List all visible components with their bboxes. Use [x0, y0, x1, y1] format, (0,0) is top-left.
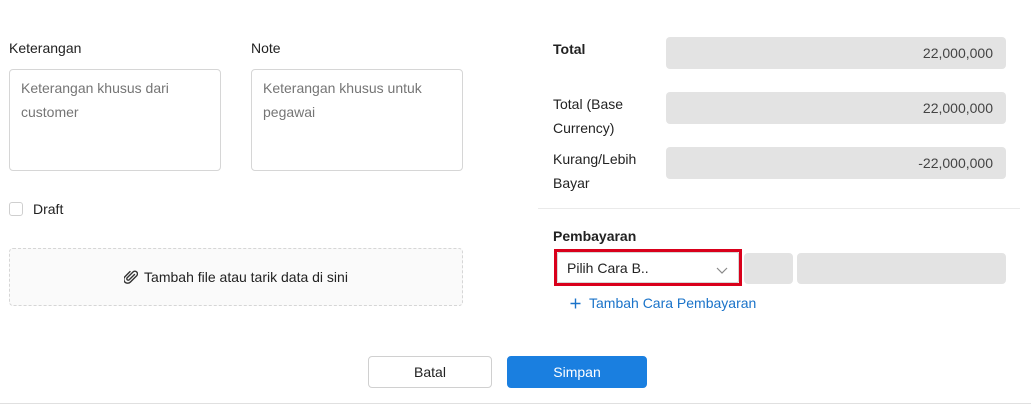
footer-divider — [0, 403, 1031, 404]
draft-label[interactable]: Draft — [33, 201, 63, 217]
balance-value: -22,000,000 — [666, 147, 1006, 179]
file-dropzone[interactable]: Tambah file atau tarik data di sini — [9, 248, 463, 306]
payment-amount-field[interactable] — [744, 253, 793, 284]
note-field[interactable] — [251, 69, 463, 171]
save-button[interactable]: Simpan — [507, 356, 647, 388]
section-divider — [538, 208, 1020, 209]
keterangan-field[interactable] — [9, 69, 221, 171]
note-label: Note — [251, 40, 281, 56]
paperclip-icon — [124, 269, 139, 285]
add-payment-method-label: Tambah Cara Pembayaran — [589, 295, 757, 311]
payment-note-field[interactable] — [797, 253, 1006, 284]
payment-method-value: Pilih Cara B.. — [567, 259, 649, 276]
draft-checkbox[interactable] — [9, 202, 23, 216]
cancel-button[interactable]: Batal — [368, 356, 492, 388]
balance-label: Kurang/Lebih Bayar — [553, 151, 637, 191]
total-label: Total — [553, 41, 586, 57]
payment-section-label: Pembayaran — [553, 228, 637, 244]
total-value: 22,000,000 — [666, 37, 1006, 69]
upload-label: Tambah file atau tarik data di sini — [144, 269, 348, 285]
keterangan-label: Keterangan — [9, 40, 82, 56]
payment-method-select[interactable]: Pilih Cara B.. — [557, 252, 739, 283]
chevron-down-icon — [716, 262, 728, 278]
base-currency-value: 22,000,000 — [666, 92, 1006, 124]
plus-icon — [570, 298, 581, 309]
add-payment-method-link[interactable]: Tambah Cara Pembayaran — [570, 295, 756, 311]
base-currency-label: Total (Base Currency) — [553, 96, 624, 136]
